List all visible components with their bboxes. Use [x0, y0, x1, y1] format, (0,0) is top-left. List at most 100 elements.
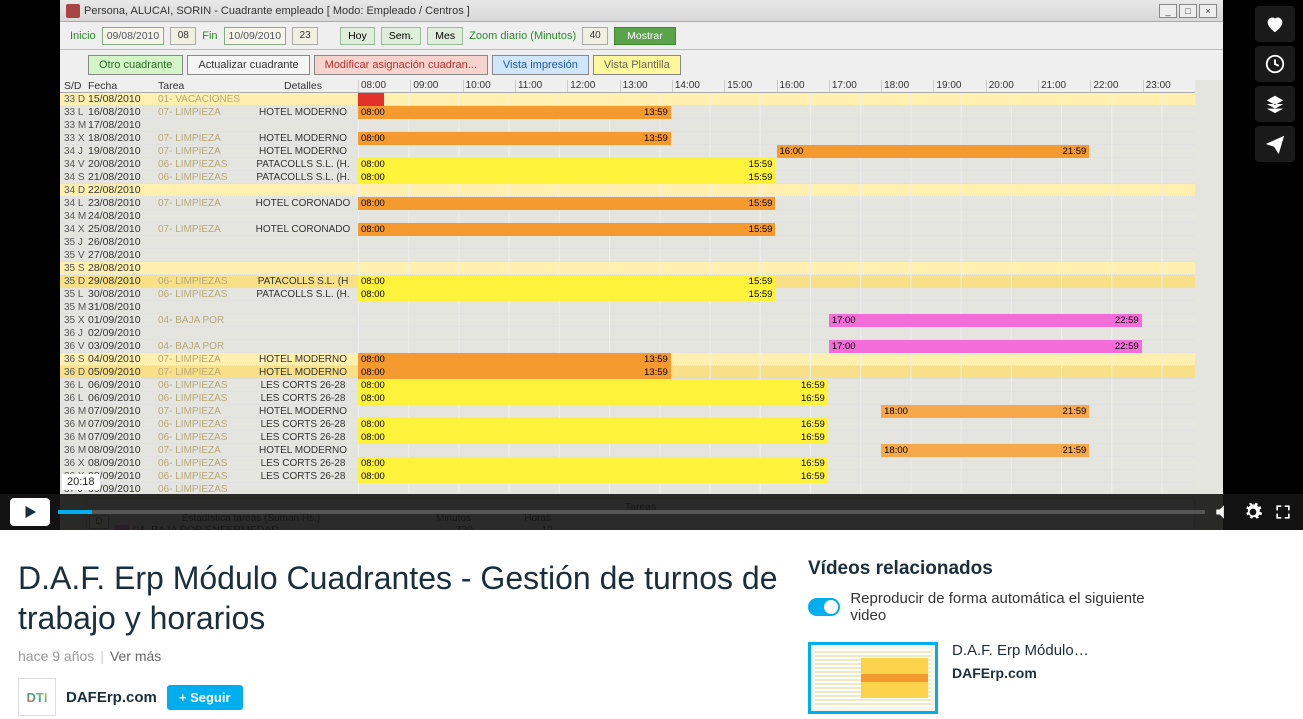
shift-bar[interactable]: 17:0022:59	[829, 340, 1142, 353]
shift-bar[interactable]: 08:0015:59	[358, 171, 775, 184]
tab-vista-impresion[interactable]: Vista impresión	[492, 55, 589, 75]
shift-bar[interactable]: 08:0015:59	[358, 288, 775, 301]
schedule-row[interactable]: 34 L23/08/201007- LIMPIEZAHOTEL CORONADO…	[60, 197, 1195, 210]
progress-bar[interactable]	[58, 510, 1205, 514]
schedule-row[interactable]: 34 J19/08/201007- LIMPIEZAHOTEL MODERNO1…	[60, 145, 1195, 158]
schedule-row[interactable]: 33 M17/08/2010	[60, 119, 1195, 132]
tab-vista-plantilla[interactable]: Vista Plantilla	[593, 55, 681, 75]
like-button[interactable]	[1255, 6, 1295, 42]
timeline-cell: 08:0016:59	[358, 457, 1195, 470]
shift-bar[interactable]: 08:0013:59	[358, 366, 671, 379]
fin-hour-select[interactable]: 23	[292, 27, 318, 45]
see-more-link[interactable]: Ver más	[110, 648, 161, 664]
app-icon	[66, 4, 80, 18]
inicio-hour-select[interactable]: 08	[170, 27, 196, 45]
settings-icon[interactable]	[1243, 502, 1263, 522]
tab-actualizar[interactable]: Actualizar cuadrante	[187, 55, 309, 75]
schedule-row[interactable]: 36 D05/09/201007- LIMPIEZAHOTEL MODERNO0…	[60, 366, 1195, 379]
schedule-row[interactable]: 36 J02/09/2010	[60, 327, 1195, 340]
schedule-row[interactable]: 34 S21/08/201006- LIMPIEZASPATACOLLS S.L…	[60, 171, 1195, 184]
timeline-cell: 08:0016:59	[358, 470, 1195, 483]
video-player: Persona, ALUCAI, SORIN - Cuadrante emple…	[0, 0, 1303, 530]
mes-button[interactable]: Mes	[427, 27, 463, 45]
close-icon[interactable]: ×	[1199, 4, 1217, 18]
shift-bar[interactable]: 08:0013:59	[358, 353, 671, 366]
maximize-icon[interactable]: □	[1179, 4, 1197, 18]
schedule-row[interactable]: 33 L16/08/201007- LIMPIEZAHOTEL MODERNO0…	[60, 106, 1195, 119]
sem-button[interactable]: Sem.	[381, 27, 422, 45]
schedule-row[interactable]: 36 S04/09/201007- LIMPIEZAHOTEL MODERNO0…	[60, 353, 1195, 366]
shift-bar[interactable]: 08:0016:59	[358, 379, 828, 392]
timeline-cell	[358, 119, 1195, 132]
shift-bar[interactable]: 08:0015:59	[358, 158, 775, 171]
timeline-cell: 08:0016:59	[358, 392, 1195, 405]
schedule-row[interactable]: 34 V20/08/201006- LIMPIEZASPATACOLLS S.L…	[60, 158, 1195, 171]
shift-bar[interactable]: 08:0015:59	[358, 275, 775, 288]
hour-label: 19:00	[933, 80, 985, 92]
shift-bar[interactable]: 08:0016:59	[358, 418, 828, 431]
follow-button[interactable]: + Seguir	[167, 685, 243, 710]
inicio-date-input[interactable]: 09/08/2010	[102, 27, 165, 45]
fin-date-input[interactable]: 10/09/2010	[224, 27, 287, 45]
shift-bar[interactable]: 08:0013:59	[358, 106, 671, 119]
schedule-row[interactable]: 36 M07/09/201007- LIMPIEZAHOTEL MODERNO1…	[60, 405, 1195, 418]
timeline-cell	[358, 184, 1195, 197]
autoplay-toggle[interactable]	[808, 598, 840, 616]
schedule-row[interactable]: 36 L06/09/201006- LIMPIEZASLES CORTS 26-…	[60, 379, 1195, 392]
shift-bar[interactable]: 08:0016:59	[358, 431, 828, 444]
video-title: D.A.F. Erp Módulo Cuadrantes - Gestión d…	[18, 558, 778, 638]
tab-modificar[interactable]: Modificar asignación cuadran...	[314, 55, 488, 75]
shift-bar[interactable]	[358, 93, 384, 106]
collections-button[interactable]	[1255, 86, 1295, 122]
timeline-cell: 08:0015:59	[358, 275, 1195, 288]
schedule-row[interactable]: 35 S28/08/2010	[60, 262, 1195, 275]
schedule-row[interactable]: 34 M24/08/2010	[60, 210, 1195, 223]
related-item[interactable]: D.A.F. Erp Módulo… DAFErp.com	[808, 642, 1168, 714]
schedule-row[interactable]: 35 V27/08/2010	[60, 249, 1195, 262]
author-avatar[interactable]: DTI	[18, 678, 56, 716]
shift-bar[interactable]: 16:0021:59	[777, 145, 1090, 158]
video-meta: hace 9 años | Ver más	[18, 648, 778, 664]
schedule-row[interactable]: 35 D29/08/201006- LIMPIEZASPATACOLLS S.L…	[60, 275, 1195, 288]
shift-bar[interactable]: 08:0015:59	[358, 223, 775, 236]
schedule-row[interactable]: 33 D15/08/201001- VACACIONES	[60, 93, 1195, 106]
shift-bar[interactable]: 08:0016:59	[358, 392, 828, 405]
fullscreen-icon[interactable]	[1273, 502, 1293, 522]
shift-bar[interactable]: 08:0016:59	[358, 457, 828, 470]
shift-bar[interactable]: 08:0016:59	[358, 470, 828, 483]
window-titlebar: Persona, ALUCAI, SORIN - Cuadrante emple…	[60, 0, 1223, 22]
col-fecha: Fecha	[88, 80, 158, 92]
schedule-row[interactable]: 36 X08/09/201006- LIMPIEZASLES CORTS 26-…	[60, 457, 1195, 470]
action-tabbar: Otro cuadrante Actualizar cuadrante Modi…	[60, 50, 1223, 80]
share-button[interactable]	[1255, 126, 1295, 162]
schedule-row[interactable]: 35 X01/09/201004- BAJA POR17:0022:59	[60, 314, 1195, 327]
schedule-row[interactable]: 36 M08/09/201007- LIMPIEZAHOTEL MODERNO1…	[60, 444, 1195, 457]
shift-bar[interactable]: 08:0015:59	[358, 197, 775, 210]
schedule-row[interactable]: 36 M07/09/201006- LIMPIEZASLES CORTS 26-…	[60, 418, 1195, 431]
schedule-row[interactable]: 36 X08/09/201006- LIMPIEZASLES CORTS 26-…	[60, 470, 1195, 483]
schedule-row[interactable]: 35 L30/08/201006- LIMPIEZASPATACOLLS S.L…	[60, 288, 1195, 301]
fin-label: Fin	[202, 30, 217, 42]
hoy-button[interactable]: Hoy	[340, 27, 375, 45]
play-button[interactable]	[10, 498, 50, 526]
timeline-cell: 08:0013:59	[358, 132, 1195, 145]
schedule-row[interactable]: 35 M31/08/2010	[60, 301, 1195, 314]
shift-bar[interactable]: 08:0013:59	[358, 132, 671, 145]
author-name[interactable]: DAFErp.com	[66, 689, 157, 706]
mostrar-button[interactable]: Mostrar	[614, 27, 676, 45]
schedule-row[interactable]: 34 X25/08/201007- LIMPIEZAHOTEL CORONADO…	[60, 223, 1195, 236]
schedule-row[interactable]: 34 D22/08/2010	[60, 184, 1195, 197]
schedule-row[interactable]: 36 L06/09/201006- LIMPIEZASLES CORTS 26-…	[60, 392, 1195, 405]
schedule-row[interactable]: 36 M07/09/201006- LIMPIEZASLES CORTS 26-…	[60, 431, 1195, 444]
watch-later-button[interactable]	[1255, 46, 1295, 82]
minimize-icon[interactable]: _	[1159, 4, 1177, 18]
schedule-row[interactable]: 35 J26/08/2010	[60, 236, 1195, 249]
shift-bar[interactable]: 17:0022:59	[829, 314, 1142, 327]
schedule-row[interactable]: 36 V03/09/201004- BAJA POR17:0022:59	[60, 340, 1195, 353]
schedule-row[interactable]: 33 X18/08/201007- LIMPIEZAHOTEL MODERNO0…	[60, 132, 1195, 145]
volume-icon[interactable]	[1213, 502, 1233, 522]
shift-bar[interactable]: 18:0021:59	[881, 405, 1089, 418]
tab-otro-cuadrante[interactable]: Otro cuadrante	[88, 55, 183, 75]
zoom-select[interactable]: 40	[582, 27, 608, 45]
shift-bar[interactable]: 18:0021:59	[881, 444, 1089, 457]
